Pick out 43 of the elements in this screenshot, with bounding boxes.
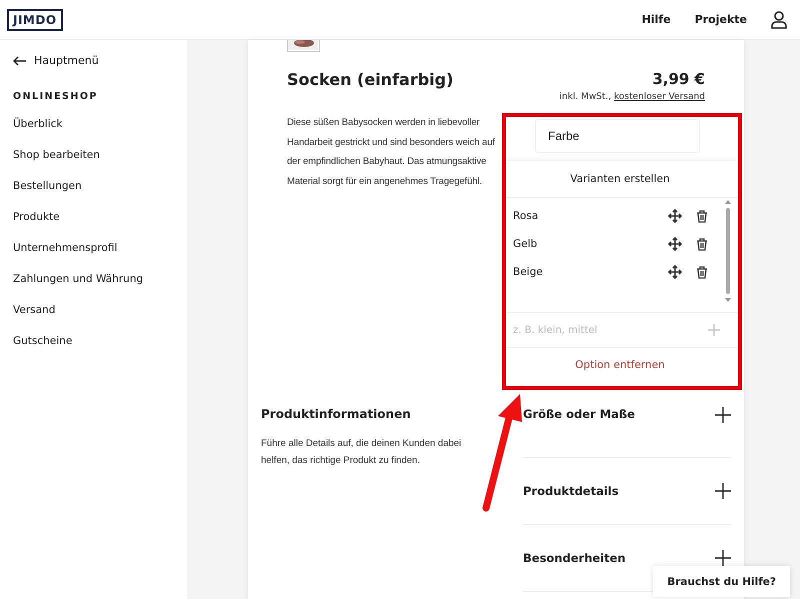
trash-icon[interactable] [696, 266, 708, 278]
logo[interactable]: JIMDO [7, 8, 63, 30]
variant-name: Rosa [513, 210, 540, 222]
sidebar-item[interactable]: Unternehmensprofil [13, 240, 118, 271]
variant-name: Beige [513, 266, 544, 278]
trash-icon[interactable] [696, 210, 708, 222]
shipping-link[interactable]: kostenloser Versand [614, 92, 705, 102]
move-icon[interactable] [668, 209, 682, 223]
option-name-field[interactable]: Farbe [535, 119, 700, 153]
accordion-row[interactable]: Größe oder Maße [523, 407, 731, 458]
help-button[interactable]: Brauchst du Hilfe? [653, 566, 790, 597]
user-icon[interactable] [771, 10, 787, 28]
move-icon[interactable] [668, 237, 682, 251]
tax-note: inkl. MwSt., [559, 92, 612, 102]
move-icon[interactable] [668, 265, 682, 279]
sidebar-item[interactable]: Überblick [13, 116, 62, 147]
price: 3,99 € [651, 70, 705, 88]
back-link[interactable]: Hauptmenü [13, 52, 99, 69]
nav-link[interactable]: Projekte [694, 13, 747, 26]
sidebar-item[interactable]: Gutscheine [13, 333, 72, 364]
plus-icon[interactable] [715, 483, 731, 499]
variant-name: Gelb [513, 238, 538, 250]
panel-title: Varianten erstellen [502, 161, 738, 198]
variant-input[interactable]: z. B. klein, mittel [513, 324, 708, 336]
remove-option-link[interactable]: Option entfernen [502, 348, 738, 382]
nav-link[interactable]: Hilfe [642, 13, 671, 26]
section-text: Führe alle Details auf, die deinen Kunden dabei helfen, das richtige Produkt zu finden. [261, 437, 462, 468]
plus-icon[interactable] [715, 407, 731, 423]
accordion-row[interactable]: Produktdetails [523, 458, 731, 525]
section-heading: ONLINESHOP [13, 91, 98, 102]
sidebar-item[interactable]: Bestellungen [13, 178, 82, 209]
scroll-down-icon[interactable] [725, 298, 731, 302]
sidebar-item[interactable]: Versand [13, 302, 56, 333]
product-title: Socken (einfarbig) [287, 70, 454, 91]
plus-icon[interactable] [715, 550, 731, 566]
sidebar-item[interactable]: Shop bearbeiten [13, 147, 100, 178]
sidebar-item[interactable]: Produkte [13, 209, 60, 240]
product-description: Diese süßen Babysocken werden in liebevoller Handarbeit gestrickt und sind besonders weich auf der empfindlichen Babyhaut. Das atmungsaktive Material sorgt für ein angenehmes Tragegefühl. [287, 116, 495, 188]
scroll-up-icon[interactable] [725, 200, 731, 204]
trash-icon[interactable] [696, 238, 708, 250]
sidebar-item[interactable]: Zahlungen und Währung [13, 271, 144, 302]
arrow-left-icon[interactable] [13, 56, 27, 66]
section-title: Produktinformationen [261, 407, 412, 421]
